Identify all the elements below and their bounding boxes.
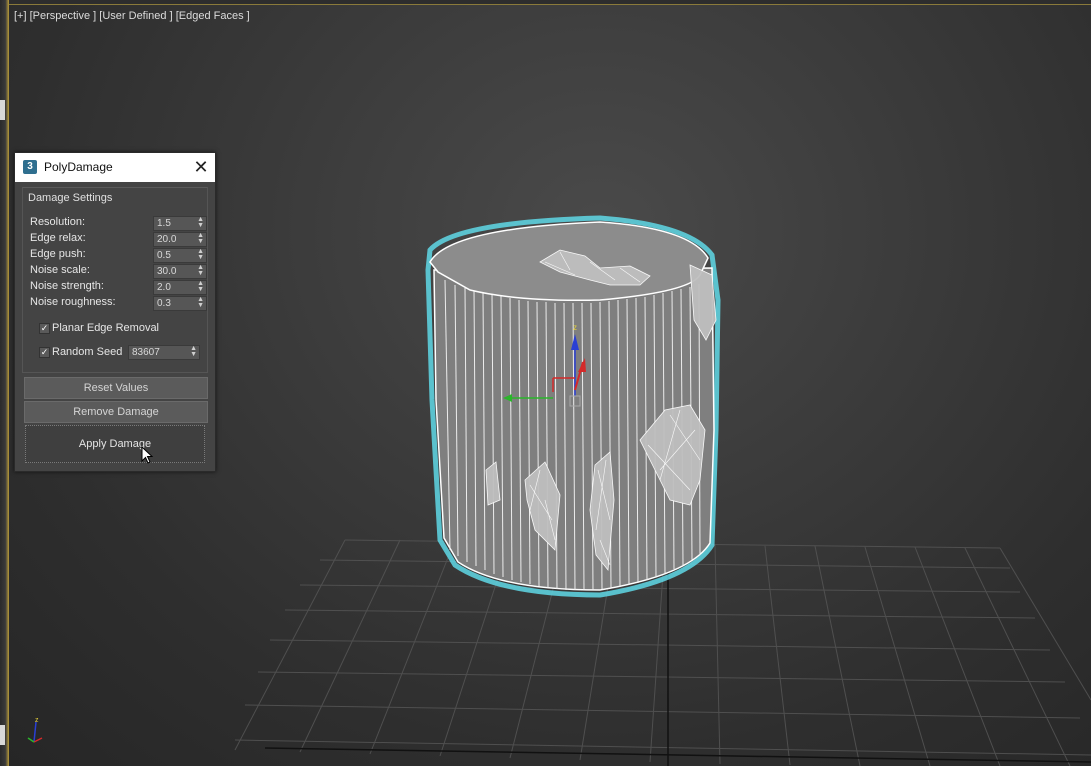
resolution-spinner[interactable]: 1.5 ▲ ▼: [153, 216, 207, 231]
checkmark-icon[interactable]: ✓: [39, 323, 50, 334]
param-row-noise-scale: Noise scale: 30.0 ▲ ▼: [30, 263, 207, 279]
grid-center-line: [264, 747, 1091, 763]
noise-roughness-spinner[interactable]: 0.3 ▲ ▼: [153, 296, 207, 311]
spinner-arrows-icon[interactable]: ▲ ▼: [197, 264, 204, 277]
close-icon[interactable]: ✕: [191, 157, 211, 177]
spinner-arrows-icon[interactable]: ▲ ▼: [197, 248, 204, 261]
reset-values-button[interactable]: Reset Values: [24, 377, 208, 399]
param-row-noise-roughness: Noise roughness: 0.3 ▲ ▼: [30, 295, 207, 311]
perspective-viewport[interactable]: [+] [Perspective ] [User Defined ] [Edge…: [0, 0, 1091, 766]
spinner-value[interactable]: 0.3: [157, 297, 171, 310]
spinner-arrows-icon[interactable]: ▲ ▼: [197, 280, 204, 293]
param-label: Noise scale:: [30, 264, 90, 276]
param-label: Edge relax:: [30, 232, 86, 244]
polydamage-dialog[interactable]: 3 PolyDamage ✕ Damage Settings Resolutio…: [14, 152, 216, 472]
spinner-value[interactable]: 30.0: [157, 265, 176, 278]
apply-damage-button[interactable]: Apply Damage: [25, 425, 205, 463]
3dsmax-app-icon: 3: [23, 160, 37, 174]
edge-push-spinner[interactable]: 0.5 ▲ ▼: [153, 248, 207, 263]
param-row-resolution: Resolution: 1.5 ▲ ▼: [30, 215, 207, 231]
param-label: Noise roughness:: [30, 296, 116, 308]
spinner-arrows-icon[interactable]: ▲ ▼: [197, 296, 204, 309]
checkmark-icon[interactable]: ✓: [39, 347, 50, 358]
spinner-value[interactable]: 83607: [132, 346, 160, 359]
check-label: Random Seed: [52, 346, 123, 358]
spinner-value[interactable]: 1.5: [157, 217, 171, 230]
mouse-cursor-icon: [141, 446, 154, 464]
noise-scale-spinner[interactable]: 30.0 ▲ ▼: [153, 264, 207, 279]
param-label: Noise strength:: [30, 280, 104, 292]
spinner-value[interactable]: 0.5: [157, 249, 171, 262]
param-label: Resolution:: [30, 216, 86, 228]
spinner-arrows-icon[interactable]: ▲ ▼: [190, 345, 197, 358]
random-seed-spinner[interactable]: 83607 ▲ ▼: [128, 345, 200, 360]
check-label: Planar Edge Removal: [52, 322, 160, 334]
gizmo-z-label: z: [573, 323, 577, 332]
spinner-arrows-icon[interactable]: ▲ ▼: [197, 216, 204, 229]
edge-relax-spinner[interactable]: 20.0 ▲ ▼: [153, 232, 207, 247]
param-row-noise-strength: Noise strength: 2.0 ▲ ▼: [30, 279, 207, 295]
dialog-titlebar[interactable]: 3 PolyDamage ✕: [15, 153, 215, 182]
spinner-arrows-icon[interactable]: ▲ ▼: [197, 232, 204, 245]
param-row-edge-relax: Edge relax: 20.0 ▲ ▼: [30, 231, 207, 247]
remove-damage-button[interactable]: Remove Damage: [24, 401, 208, 423]
spinner-value[interactable]: 2.0: [157, 281, 171, 294]
tripod-z-label: z: [35, 717, 39, 724]
group-title: Damage Settings: [28, 192, 113, 204]
view-axis-tripod: z: [27, 717, 43, 743]
param-row-edge-push: Edge push: 0.5 ▲ ▼: [30, 247, 207, 263]
noise-strength-spinner[interactable]: 2.0 ▲ ▼: [153, 280, 207, 295]
param-label: Edge push:: [30, 248, 86, 260]
spinner-value[interactable]: 20.0: [157, 233, 176, 246]
dialog-title: PolyDamage: [44, 160, 113, 174]
